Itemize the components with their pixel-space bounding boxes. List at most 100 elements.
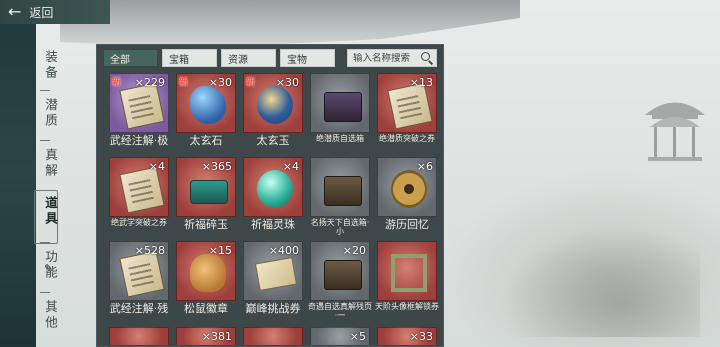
item-card[interactable]: 新 ×30 xyxy=(243,73,303,133)
frame-icon xyxy=(391,254,427,292)
tab-treasure[interactable]: 宝物 xyxy=(280,49,335,67)
item-card[interactable]: 新 ×229 xyxy=(109,73,169,133)
back-arrow-icon: ← xyxy=(8,2,22,21)
item-name: 太玄玉 xyxy=(256,134,290,147)
item-count: ×30 xyxy=(275,76,299,89)
item-card[interactable] xyxy=(310,157,370,217)
scroll-icon xyxy=(387,82,433,130)
stone-icon xyxy=(190,86,226,124)
nav-item-true-solution[interactable]: 真解 xyxy=(30,148,60,179)
scroll-icon xyxy=(119,82,165,130)
item-count: ×30 xyxy=(208,76,232,89)
chest-icon xyxy=(324,176,362,206)
item-card[interactable] xyxy=(310,73,370,133)
ticket-icon xyxy=(254,256,298,292)
item-name: 天阶头像框解锁券 xyxy=(375,302,439,311)
item-name: 游历回忆 xyxy=(385,218,429,231)
item-card[interactable]: ×4 xyxy=(109,157,169,217)
scroll-icon xyxy=(119,166,165,214)
item-card-partial[interactable]: ×5 xyxy=(310,327,370,345)
item-card-partial[interactable]: ×33 xyxy=(377,327,437,345)
chest-icon xyxy=(324,92,362,122)
item-count: ×400 xyxy=(268,244,299,257)
item-card[interactable]: ×20 xyxy=(310,241,370,301)
item-card[interactable]: ×528 xyxy=(109,241,169,301)
item-slot[interactable]: 新 ×30 太玄石 xyxy=(176,73,236,151)
item-name: 巅峰挑战券 xyxy=(245,302,301,315)
item-name: 武经注解·残 xyxy=(109,302,169,315)
item-count: ×4 xyxy=(148,160,165,173)
search-input[interactable] xyxy=(353,52,417,64)
coin-icon xyxy=(391,170,427,208)
item-count: ×4 xyxy=(282,160,299,173)
back-button[interactable]: ← 返回 xyxy=(0,0,110,24)
item-name: 绝武学突破之券 xyxy=(111,218,167,227)
item-card[interactable]: ×4 xyxy=(243,157,303,217)
scroll-icon xyxy=(119,250,165,298)
nav-item-function[interactable]: 功能 xyxy=(30,250,60,281)
item-slot[interactable]: ×528 武经注解·残 xyxy=(109,241,169,319)
item-slot[interactable]: 新 ×229 武经注解·极 xyxy=(109,73,169,151)
search-icon[interactable] xyxy=(421,52,433,64)
side-nav: 装备 潜质 真解 道具 ✎ 功能 其他 xyxy=(30,44,60,344)
inventory-panel: 全部 宝箱 资源 宝物 新×229武经注解·极新×30太玄石新×30太玄玉绝潜质… xyxy=(96,44,444,347)
item-slot[interactable]: ×20 奇遇自选真解残页·一 xyxy=(308,241,372,320)
nav-divider xyxy=(40,242,50,243)
back-label: 返回 xyxy=(29,5,54,20)
item-name: 武经注解·极 xyxy=(109,134,169,147)
item-card[interactable]: ×13 xyxy=(377,73,437,133)
item-card[interactable]: ×15 xyxy=(176,241,236,301)
item-name: 绝潜质突破之券 xyxy=(379,134,435,143)
item-card-partial[interactable] xyxy=(243,327,303,345)
item-slot[interactable]: ×4 绝武学突破之券 xyxy=(109,157,169,235)
item-count: ×381 xyxy=(201,330,232,343)
tab-all[interactable]: 全部 xyxy=(103,49,158,67)
item-card[interactable]: ×6 xyxy=(377,157,437,217)
item-card[interactable]: 新 ×30 xyxy=(176,73,236,133)
item-card-partial[interactable] xyxy=(109,327,169,345)
item-slot[interactable]: ×15 松鼠徽章 xyxy=(176,241,236,319)
squirrel-icon xyxy=(190,254,226,292)
tab-chest[interactable]: 宝箱 xyxy=(162,49,217,67)
item-name: 名扬天下自选箱·小 xyxy=(310,218,370,236)
tab-bar: 全部 宝箱 资源 宝物 xyxy=(103,49,335,67)
item-card[interactable]: ×365 xyxy=(176,157,236,217)
item-slot[interactable]: ×4 祈福灵珠 xyxy=(243,157,303,235)
item-slot[interactable]: ×6 游历回忆 xyxy=(377,157,437,235)
item-count: ×528 xyxy=(134,244,165,257)
nav-divider xyxy=(40,90,50,91)
nav-divider xyxy=(40,292,50,293)
item-grid: 新 ×229 武经注解·极新 ×30 太玄石新 ×30 太玄玉 绝潜质自选箱 ×13 绝潜质突破之… xyxy=(109,73,439,345)
item-slot[interactable]: ×13 绝潜质突破之券 xyxy=(377,73,437,151)
item-count: ×5 xyxy=(349,330,366,343)
item-slot[interactable]: ×400 巅峰挑战券 xyxy=(243,241,303,319)
beads-icon xyxy=(190,180,228,204)
item-slot[interactable]: 新 ×30 太玄玉 xyxy=(243,73,303,151)
item-card[interactable] xyxy=(377,241,437,301)
nav-item-other[interactable]: 其他 xyxy=(30,300,60,331)
background-rock xyxy=(500,227,700,337)
item-count: ×20 xyxy=(342,244,366,257)
chest-icon xyxy=(324,260,362,290)
item-name: 祈福灵珠 xyxy=(251,218,295,231)
item-slot[interactable]: 名扬天下自选箱·小 xyxy=(310,157,370,236)
item-name: 松鼠徽章 xyxy=(184,302,228,315)
jade-icon xyxy=(257,86,293,124)
item-name: 祈福碎玉 xyxy=(184,218,228,231)
item-name: 奇遇自选真解残页·一 xyxy=(308,302,372,320)
new-badge: 新 xyxy=(179,78,189,88)
item-count: ×6 xyxy=(416,160,433,173)
nav-item-equipment[interactable]: 装备 xyxy=(30,50,60,81)
item-slot[interactable]: 天阶头像框解锁券 xyxy=(375,241,439,319)
nav-item-props[interactable]: 道具 xyxy=(30,196,60,227)
item-card-partial[interactable]: ×381 xyxy=(176,327,236,345)
orb-icon xyxy=(257,170,293,208)
item-card[interactable]: ×400 xyxy=(243,241,303,301)
item-name: 太玄石 xyxy=(189,134,223,147)
item-slot[interactable]: 绝潜质自选箱 xyxy=(310,73,370,151)
item-count: ×15 xyxy=(208,244,232,257)
tab-resource[interactable]: 资源 xyxy=(221,49,276,67)
nav-item-potential[interactable]: 潜质 xyxy=(30,98,60,129)
search-box[interactable] xyxy=(347,49,437,67)
item-slot[interactable]: ×365 祈福碎玉 xyxy=(176,157,236,235)
